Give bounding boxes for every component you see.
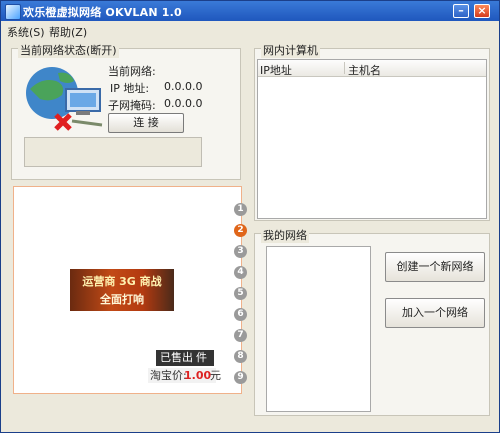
price-value: 1.00 — [184, 369, 212, 382]
ip-value: 0.0.0.0 — [164, 80, 203, 93]
network-globe-icon — [26, 67, 103, 131]
status-message-field — [24, 137, 202, 167]
sold-prefix: 已售出 — [160, 351, 193, 364]
network-status-group: 当前网络状态(断开) 当前网络: IP 地址: 0.0.0.0 子网掩码: 0.… — [11, 42, 241, 180]
price-label: 淘宝价: — [150, 369, 187, 382]
lan-computers-group: 网内计算机 IP地址 主机名 — [254, 42, 490, 221]
pager-dot[interactable]: 3 — [234, 245, 247, 258]
pager-dot-active[interactable]: 2 — [234, 224, 247, 237]
connect-button[interactable]: 连 接 — [108, 113, 184, 133]
minimize-icon: – — [458, 4, 464, 17]
join-network-button[interactable]: 加入一个网络 — [385, 298, 485, 328]
create-network-button[interactable]: 创建一个新网络 — [385, 252, 485, 282]
menu-system[interactable]: 系统(S) — [7, 24, 45, 40]
pager-dot[interactable]: 9 — [234, 371, 247, 384]
lan-computers-title: 网内计算机 — [261, 42, 320, 58]
ad-banner[interactable]: 运营商 3G 商战 全面打响 — [70, 269, 174, 311]
ad-banner-line1: 运营商 3G 商战 — [82, 275, 162, 288]
price-tag: 淘宝价: 1.00 元 — [148, 368, 221, 383]
app-window: 欢乐橙虚拟网络 OKVLAN 1.0 – × 系统(S) 帮助(Z) 当前网络状… — [0, 0, 500, 433]
my-network-list[interactable] — [266, 246, 371, 412]
pager-dot[interactable]: 6 — [234, 308, 247, 321]
column-divider[interactable] — [344, 62, 345, 74]
menu-bar: 系统(S) 帮助(Z) — [1, 21, 499, 39]
window-title: 欢乐橙虚拟网络 OKVLAN 1.0 — [23, 6, 182, 19]
network-label: 当前网络: — [108, 65, 156, 78]
column-hostname[interactable]: 主机名 — [348, 62, 381, 78]
close-button[interactable]: × — [474, 4, 490, 18]
title-bar[interactable]: 欢乐橙虚拟网络 OKVLAN 1.0 – × — [1, 1, 499, 21]
pager-dot[interactable]: 7 — [234, 329, 247, 342]
subnet-mask-value: 0.0.0.0 — [164, 97, 203, 110]
close-icon: × — [477, 4, 487, 17]
pager-dot[interactable]: 4 — [234, 266, 247, 279]
ad-panel[interactable]: 运营商 3G 商战 全面打响 1 2 3 4 5 6 7 8 9 已售出 件 淘… — [13, 186, 247, 394]
ad-banner-line2: 全面打响 — [100, 293, 144, 306]
pager-dot[interactable]: 1 — [234, 203, 247, 216]
ip-label: IP 地址: — [110, 82, 150, 95]
column-ip-address[interactable]: IP地址 — [260, 62, 292, 78]
sold-unit: 件 — [196, 351, 207, 364]
list-header: IP地址 主机名 — [258, 60, 486, 77]
sold-count-badge: 已售出 件 — [156, 350, 214, 366]
minimize-button[interactable]: – — [453, 4, 469, 18]
lan-computers-list[interactable]: IP地址 主机名 — [257, 59, 487, 219]
menu-help[interactable]: 帮助(Z) — [49, 24, 87, 40]
subnet-mask-label: 子网掩码: — [108, 99, 156, 112]
network-status-title: 当前网络状态(断开) — [18, 42, 119, 58]
app-icon — [5, 4, 21, 20]
pager-dot[interactable]: 5 — [234, 287, 247, 300]
pager-dot[interactable]: 8 — [234, 350, 247, 363]
my-network-title: 我的网络 — [261, 227, 309, 243]
price-unit: 元 — [210, 369, 221, 382]
my-network-group: 我的网络 创建一个新网络 加入一个网络 — [254, 227, 490, 416]
